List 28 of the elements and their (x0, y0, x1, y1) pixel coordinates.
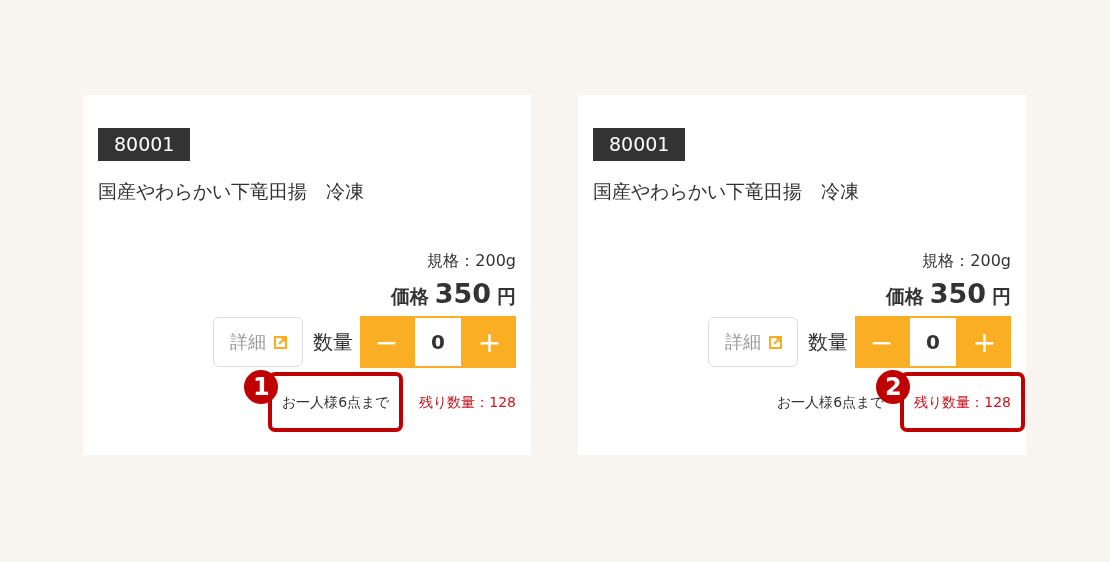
plus-button[interactable]: + (463, 316, 516, 368)
price-label: 価格 (390, 284, 429, 309)
minus-button[interactable]: − (855, 316, 908, 368)
product-spec: 規格：200g (922, 251, 1011, 272)
currency: 円 (992, 284, 1011, 309)
stock-remaining: 残り数量：128 (419, 394, 516, 410)
quantity-label: 数量 (313, 328, 353, 356)
step-number: 1 (244, 370, 279, 404)
product-spec: 規格：200g (427, 251, 516, 272)
external-link-icon (768, 335, 782, 349)
stock-remaining: 残り数量：128 (914, 394, 1011, 410)
product-code: 80001 (98, 128, 191, 161)
minus-button[interactable]: − (360, 316, 413, 368)
product-name: 国産やわらかい下竜田揚 冷凍 (593, 179, 860, 203)
detail-button[interactable]: 詳細 (708, 317, 798, 367)
plus-button[interactable]: + (958, 316, 1011, 368)
quantity-field[interactable]: 0 (413, 316, 463, 368)
quantity-field[interactable]: 0 (908, 316, 958, 368)
product-name: 国産やわらかい下竜田揚 冷凍 (98, 179, 365, 203)
detail-button[interactable]: 詳細 (213, 317, 303, 367)
purchase-limit: お一人様6点まで (282, 394, 390, 410)
price-value: 350 (434, 278, 491, 309)
currency: 円 (497, 284, 516, 309)
product-code: 80001 (593, 128, 686, 161)
quantity-label: 数量 (808, 328, 848, 356)
price-label: 価格 (885, 284, 924, 309)
price-value: 350 (929, 278, 986, 309)
external-link-icon (273, 335, 287, 349)
